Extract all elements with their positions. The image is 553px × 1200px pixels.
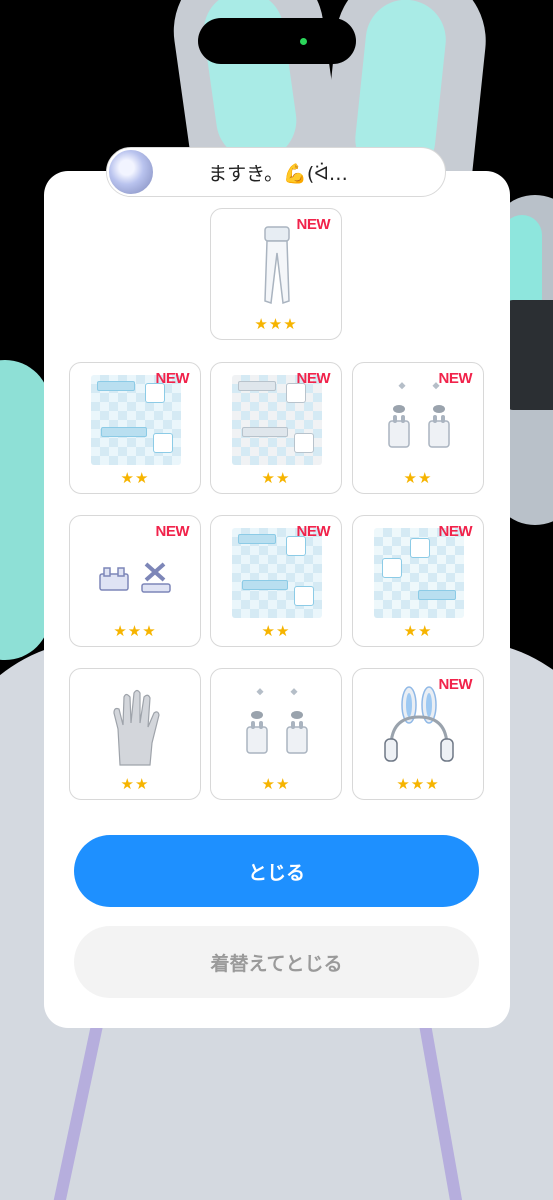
bunny-earrings-icon xyxy=(246,688,308,754)
rarity-stars: ★★ xyxy=(261,469,291,487)
avatar[interactable] xyxy=(107,148,155,196)
new-badge: NEW xyxy=(296,523,331,540)
item-card-hair-clips[interactable]: NEW ★★★ xyxy=(69,515,201,647)
rarity-stars: ★★ xyxy=(261,775,291,793)
rarity-stars: ★★ xyxy=(261,622,291,640)
pattern-thumbnail-icon xyxy=(232,528,322,618)
new-badge: NEW xyxy=(155,370,190,387)
cube-accessory xyxy=(505,300,553,410)
item-card-glove[interactable]: ★★ xyxy=(69,668,201,800)
rarity-stars: ★★★ xyxy=(396,775,440,793)
rarity-stars: ★★ xyxy=(403,622,433,640)
close-button[interactable]: とじる xyxy=(74,835,479,907)
bunny-earrings-icon xyxy=(388,382,450,448)
new-badge: NEW xyxy=(438,370,473,387)
item-card-pattern[interactable]: NEW ★★ xyxy=(69,362,201,494)
headphone-left xyxy=(0,360,50,660)
tights-icon xyxy=(264,226,290,305)
pattern-thumbnail-icon xyxy=(374,528,464,618)
item-card-tights[interactable]: NEW ★★★ xyxy=(210,208,342,340)
user-name: ますき。💪(ᐛ… xyxy=(208,162,348,185)
rarity-stars: ★★ xyxy=(120,775,150,793)
pattern-thumbnail-icon xyxy=(91,375,181,465)
new-badge: NEW xyxy=(438,676,473,693)
new-badge: NEW xyxy=(438,523,473,540)
item-card-pattern[interactable]: NEW ★★ xyxy=(210,515,342,647)
bunny-headphones-icon xyxy=(384,686,454,762)
item-card-earrings[interactable]: ★★ xyxy=(210,668,342,800)
rarity-stars: ★★ xyxy=(120,469,150,487)
item-card-pattern[interactable]: NEW ★★ xyxy=(352,515,484,647)
user-name-pill: ますき。💪(ᐛ… xyxy=(106,147,446,197)
rarity-stars: ★★★ xyxy=(113,622,157,640)
pattern-thumbnail-icon xyxy=(232,375,322,465)
glove-icon xyxy=(113,689,160,766)
change-and-close-button[interactable]: 着替えてとじる xyxy=(74,926,479,998)
hair-clips-icon xyxy=(99,562,171,593)
new-badge: NEW xyxy=(296,370,331,387)
new-badge: NEW xyxy=(296,216,331,233)
item-card-pattern[interactable]: NEW ★★ xyxy=(210,362,342,494)
rarity-stars: ★★ xyxy=(403,469,433,487)
item-card-earrings[interactable]: NEW ★★ xyxy=(352,362,484,494)
camera-indicator-icon xyxy=(300,38,307,45)
rarity-stars: ★★★ xyxy=(254,315,298,333)
dynamic-island xyxy=(198,18,356,64)
new-badge: NEW xyxy=(155,523,190,540)
item-card-headphones[interactable]: NEW ★★★ xyxy=(352,668,484,800)
